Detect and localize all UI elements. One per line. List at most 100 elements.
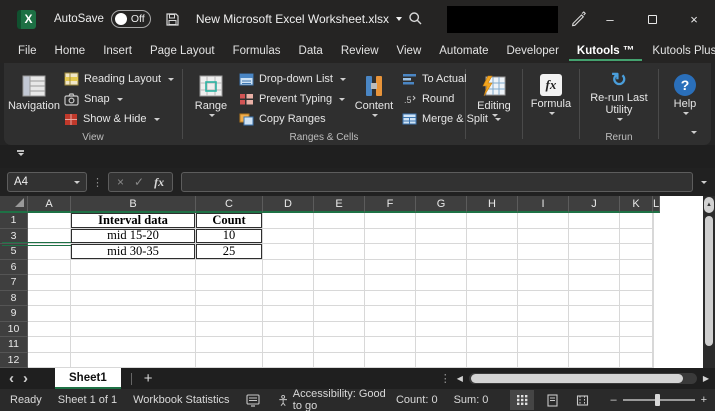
cell-F1[interactable] [365,213,416,229]
cell-G12[interactable] [416,353,467,369]
cell-G10[interactable] [416,322,467,338]
show-quick-access-toolbar-icon[interactable] [14,150,26,156]
row-header-12[interactable]: 12 [0,353,28,369]
reading-layout-button[interactable]: Reading Layout [64,71,174,87]
cell-C12[interactable] [196,353,263,369]
cell-B6[interactable] [71,260,196,276]
cell-C5[interactable]: 25 [196,244,263,260]
cell-H10[interactable] [467,322,518,338]
cell-E9[interactable] [314,306,365,322]
cell-G8[interactable] [416,291,467,307]
cell-C8[interactable] [196,291,263,307]
scroll-left-icon[interactable]: ◀ [457,374,463,383]
cell-F10[interactable] [365,322,416,338]
cell-F5[interactable] [365,244,416,260]
cell-A11[interactable] [28,337,71,353]
cell-C10[interactable] [196,322,263,338]
cell-D3[interactable] [263,229,314,245]
tab-kutools[interactable]: Kutools ™ [569,41,643,61]
cell-H9[interactable] [467,306,518,322]
cell-E12[interactable] [314,353,365,369]
sheet-tab-sheet1[interactable]: Sheet1 [55,368,121,389]
scroll-right-icon[interactable]: ▶ [703,374,709,383]
collapse-ribbon-chevron[interactable] [689,125,697,137]
tab-review[interactable]: Review [333,41,387,61]
cell-J12[interactable] [569,353,620,369]
add-sheet-button[interactable]: + [132,370,165,387]
cell-J9[interactable] [569,306,620,322]
column-header-K[interactable]: K [620,196,653,213]
vertical-scrollbar[interactable]: ▲ [703,196,715,368]
content-button[interactable]: Content [350,72,398,119]
cell-E11[interactable] [314,337,365,353]
cell-D6[interactable] [263,260,314,276]
cell-A6[interactable] [28,260,71,276]
cell-K10[interactable] [620,322,653,338]
cell-G9[interactable] [416,306,467,322]
cell-H8[interactable] [467,291,518,307]
cell-G11[interactable] [416,337,467,353]
column-header-J[interactable]: J [569,196,620,213]
column-header-I[interactable]: I [518,196,569,213]
column-header-H[interactable]: H [467,196,518,213]
rerun-last-utility-button[interactable]: ↻ Re-run Last Utility [584,70,654,123]
zoom-in-button[interactable]: + [701,394,707,406]
cell-J1[interactable] [569,213,620,229]
cell-E8[interactable] [314,291,365,307]
cell-J6[interactable] [569,260,620,276]
cell-D7[interactable] [263,275,314,291]
cell-I12[interactable] [518,353,569,369]
prev-sheet-arrow[interactable]: ‹ [0,370,23,388]
cell-E7[interactable] [314,275,365,291]
cell-E3[interactable] [314,229,365,245]
display-settings-icon[interactable] [246,394,262,407]
cell-A5[interactable] [28,244,71,260]
insert-function-icon[interactable]: fx [154,175,164,190]
tab-insert[interactable]: Insert [95,41,140,61]
document-title[interactable]: New Microsoft Excel Worksheet.xlsx [196,12,402,26]
cell-A1[interactable] [28,213,71,229]
save-icon[interactable] [165,12,180,27]
range-button[interactable]: Range [187,72,235,119]
tab-file[interactable]: File [10,41,45,61]
navigation-button[interactable]: Navigation [8,72,60,114]
horizontal-scroll-thumb[interactable] [471,374,683,383]
excel-logo-icon[interactable]: X [17,10,36,29]
accessibility-status[interactable]: Accessibility: Good to go [278,388,396,411]
horizontal-scrollbar[interactable] [469,373,697,384]
cell-B5[interactable]: mid 30-35 [71,244,196,260]
formula-button[interactable]: fx Formula [527,72,575,117]
cell-L7[interactable] [653,275,654,291]
cell-D12[interactable] [263,353,314,369]
row-header-5[interactable]: 5 [0,244,28,260]
cell-H11[interactable] [467,337,518,353]
cell-G1[interactable] [416,213,467,229]
cell-H5[interactable] [467,244,518,260]
zoom-out-button[interactable]: – [610,394,616,406]
cell-L5[interactable] [653,244,654,260]
row-header-6[interactable]: 6 [0,260,28,276]
cell-F11[interactable] [365,337,416,353]
vertical-scroll-thumb[interactable] [705,216,713,346]
row-header-10[interactable]: 10 [0,322,28,338]
cell-H6[interactable] [467,260,518,276]
cell-E6[interactable] [314,260,365,276]
cell-G7[interactable] [416,275,467,291]
cell-K7[interactable] [620,275,653,291]
zoom-slider-thumb[interactable] [655,394,660,406]
cell-H7[interactable] [467,275,518,291]
cell-B7[interactable] [71,275,196,291]
cancel-entry-icon[interactable]: × [117,175,124,189]
cell-L12[interactable] [653,353,654,369]
cell-K1[interactable] [620,213,653,229]
autosave-toggle[interactable]: Off [111,10,151,28]
column-header-E[interactable]: E [314,196,365,213]
column-header-B[interactable]: B [71,196,196,213]
cell-L11[interactable] [653,337,654,353]
normal-view-button[interactable] [510,390,534,410]
column-header-F[interactable]: F [365,196,416,213]
show-hide-button[interactable]: Show & Hide [64,111,174,127]
close-button[interactable]: × [673,0,715,38]
cell-I5[interactable] [518,244,569,260]
cell-C3[interactable]: 10 [196,229,263,245]
